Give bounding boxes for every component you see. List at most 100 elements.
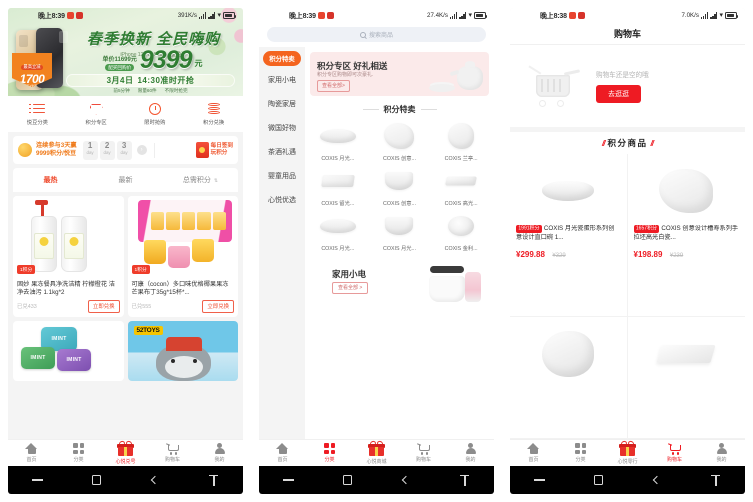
grid-item-2[interactable]: COXIS 兰亭... — [431, 119, 491, 162]
recent-apps-icon[interactable] — [510, 479, 569, 481]
sidebar-item-1[interactable]: 家用小电 — [259, 68, 305, 92]
keyboard-icon[interactable] — [184, 474, 243, 486]
tab-home[interactable]: 首页 — [510, 443, 557, 463]
tab-gift[interactable]: 心悦零行 — [604, 440, 651, 465]
sidebar-item-4[interactable]: 茶酒礼遇 — [259, 140, 305, 164]
gift-icon — [368, 440, 385, 457]
quicknav-item-1[interactable]: 积分专区 — [67, 103, 126, 126]
coin-icon — [18, 143, 32, 157]
keyboard-icon[interactable] — [435, 474, 494, 486]
notification-icon-2 — [75, 12, 83, 19]
cart-product-2[interactable] — [510, 316, 628, 439]
quicknav-label-0: 悦豆分类 — [26, 119, 48, 126]
tab-home[interactable]: 首页 — [8, 443, 55, 463]
exchange-button-0[interactable]: 立即兑换 — [87, 299, 120, 313]
sidebar-item-6[interactable]: 心悦优选 — [259, 188, 305, 212]
gift-icon — [619, 440, 636, 457]
points-zone-banner[interactable]: 积分专区 好礼相送 积分专区购物即可次豪礼. 查看全部> — [310, 52, 489, 96]
appliance-view-all[interactable]: 查看全部 > — [332, 282, 369, 294]
tab-profile[interactable]: 我的 — [447, 443, 494, 463]
home-nav-icon[interactable] — [569, 475, 628, 485]
signin-gift-entry[interactable]: 每日签到 玩积分 — [195, 142, 233, 158]
search-input[interactable]: 搜索商品 — [267, 27, 486, 42]
tab-gift-label: 心悦兑号 — [115, 458, 136, 465]
sidebar-item-2[interactable]: 陶瓷家居 — [259, 92, 305, 116]
promo-card-toys[interactable]: 52TOYS — [127, 320, 238, 381]
go-shopping-button[interactable]: 去逛逛 — [596, 85, 641, 103]
view-all-button[interactable]: 查看全部> — [317, 80, 350, 92]
quicknav-label-3: 积分兑换 — [203, 119, 225, 126]
tab-cart[interactable]: 购物车 — [400, 443, 447, 463]
tab-gift[interactable]: 心悦兑号 — [102, 440, 149, 465]
bottom-tab-bar: 首页 分类 心悦兑号 购物车 我的 — [8, 439, 243, 466]
product-card-0[interactable]: 1积分 固妙 果冻餐具净洗洁精 柠檬橙花 洁净去油污 1.1kg*2 已兑433… — [13, 196, 124, 317]
tab-cart[interactable]: 购物车 — [651, 443, 698, 463]
recent-apps-icon[interactable] — [8, 479, 67, 481]
tab-category[interactable]: 分类 — [557, 443, 604, 463]
cart-product-1[interactable]: 1657积分 COXIS 创意设计槽寿系列手拉坯高光白瓷... ¥198.89 ¥… — [627, 154, 745, 317]
keyboard-icon[interactable] — [686, 474, 745, 486]
sidebar-item-0[interactable]: 积分特卖 — [263, 51, 301, 66]
user-icon — [716, 443, 727, 454]
gift-icon — [117, 440, 134, 457]
back-icon[interactable] — [628, 475, 687, 485]
empty-cart-text-block: 购物车还是空的哦 去逛逛 — [596, 69, 649, 103]
grid-item-7[interactable]: COXIS 月光... — [370, 209, 430, 252]
tab-profile[interactable]: 我的 — [196, 443, 243, 463]
home-nav-icon[interactable] — [67, 475, 126, 485]
tab-cart[interactable]: 购物车 — [149, 443, 196, 463]
grid-item-1[interactable]: COXIS 创意... — [370, 119, 430, 162]
appliance-section[interactable]: 家用小电 查看全部 > — [310, 258, 489, 314]
signin-day-3[interactable]: 3 day — [116, 140, 132, 160]
banner-sub-notes: 前5分钟 限量60件 不限时抢完 — [66, 88, 235, 94]
status-left-2: 晚上8:39 — [289, 11, 334, 21]
quicknav-item-3[interactable]: 积分兑换 — [184, 102, 243, 126]
cart-product-0[interactable]: 1991积分 COXIS 月光瓷蛋形系列创意设计直口碗 1... ¥299.88 … — [510, 154, 628, 317]
signin-day-1[interactable]: 1 day — [82, 140, 98, 160]
sort-tab-points[interactable]: 总需积分 ⇅ — [163, 175, 238, 185]
banner-subtitle-2: 积分专区购物即可次豪礼. — [317, 72, 374, 78]
tab-category[interactable]: 分类 — [306, 443, 353, 463]
back-icon[interactable] — [377, 475, 436, 485]
recent-apps-icon[interactable] — [259, 479, 318, 481]
wifi-icon: ▾ — [468, 12, 472, 19]
phone-3-screen: 晚上8:38 7.0K/s ▾ 购物车 购物车还是空的哦 去逛逛 // 积分商品… — [510, 8, 745, 494]
grid-item-4[interactable]: COXIS 创意... — [370, 164, 430, 207]
grid-item-3[interactable]: COXIS 留光... — [308, 164, 368, 207]
back-icon[interactable] — [126, 475, 185, 485]
gift-line-2: 玩积分 — [210, 150, 228, 156]
section-title-row: 积分特卖 — [305, 104, 494, 115]
promo-card-mint[interactable]: IMINT IMINT IMINT — [13, 320, 124, 381]
grid-item-name-5: COXIS 高光... — [444, 201, 478, 207]
tab-profile[interactable]: 我的 — [698, 443, 745, 463]
sort-tab-new[interactable]: 最新 — [88, 175, 163, 185]
grid-item-8[interactable]: COXIS 金利... — [431, 209, 491, 252]
product-card-1[interactable]: 1积分 可康（cocon）多口味优格椰果果冻 芒果布丁35g*15杯*... 已… — [127, 196, 238, 317]
signin-day-2[interactable]: 2 day — [99, 140, 115, 160]
sidebar-item-5[interactable]: 婴童用品 — [259, 164, 305, 188]
quicknav-item-2[interactable]: 限时抢购 — [126, 102, 185, 126]
home-nav-icon[interactable] — [318, 475, 377, 485]
tab-gift[interactable]: 心悦商城 — [353, 440, 400, 465]
sort-tab-hot[interactable]: 最热 — [13, 175, 88, 185]
quicknav-item-0[interactable]: 悦豆分类 — [8, 103, 67, 126]
grid-item-5[interactable]: COXIS 高光... — [431, 164, 491, 207]
cart-icon — [416, 443, 431, 455]
user-icon — [214, 443, 225, 454]
tab-category-label: 分类 — [73, 456, 84, 463]
cart-product-3[interactable] — [627, 317, 745, 439]
grid-item-6[interactable]: COXIS 月光... — [308, 209, 368, 252]
exchange-button-1[interactable]: 立即兑换 — [202, 299, 234, 313]
tab-category[interactable]: 分类 — [55, 443, 102, 463]
sidebar-item-3[interactable]: 微国好物 — [259, 116, 305, 140]
daily-signin-bar[interactable]: 连续参与3天赢 9999积分/悦豆 1 day 2 day 3 day › 每日… — [13, 136, 238, 164]
phone-2-screen: 晚上8:39 27.4K/s ▾ 搜索商品 积分特卖 家用小电 陶瓷家居 微国好… — [259, 8, 494, 494]
chevron-right-icon[interactable]: › — [136, 145, 147, 155]
status-right: 391K/s ▾ — [178, 12, 237, 19]
tab-home[interactable]: 首页 — [259, 443, 306, 463]
tab-category-label: 分类 — [575, 456, 586, 463]
cat-illustration — [156, 336, 212, 381]
product-footer-0: 已兑433 立即兑换 — [13, 298, 124, 317]
day-number-1: 1 — [87, 140, 93, 150]
grid-item-0[interactable]: COXIS 月光... — [308, 119, 368, 162]
